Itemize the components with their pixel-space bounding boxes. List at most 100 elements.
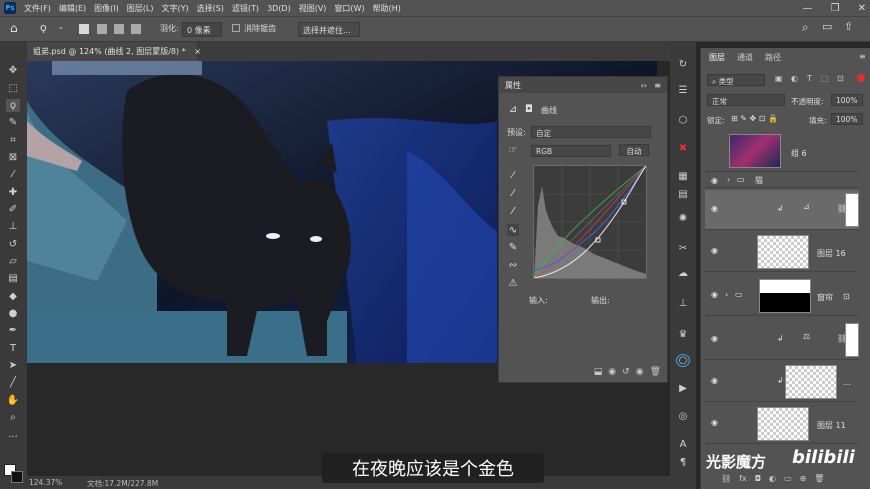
layer-mask-thumbnail[interactable] [845,323,859,357]
clone-source-icon[interactable]: ⊥ [676,297,690,310]
libraries-icon[interactable]: ✖ [676,142,690,155]
marquee-tool-icon[interactable]: ⬚ [6,82,20,95]
targeted-adjust-icon[interactable]: ☞ [507,144,519,156]
new-layer-icon[interactable]: ⊕ [800,474,807,483]
brush-settings-icon[interactable]: ✺ [676,212,690,225]
glyphs-icon[interactable]: ♛ [676,328,690,341]
type-tool-icon[interactable]: T [6,342,20,355]
blend-mode-dropdown[interactable]: 正常 [707,94,785,106]
channels-icon[interactable]: ☁ [676,267,690,280]
lasso-tool-icon[interactable]: ϙ [6,99,20,112]
menu-window[interactable]: 窗口(W) [334,3,364,14]
gradient-tool-icon[interactable]: ▤ [6,272,20,285]
document-tab[interactable]: 姐弟.psd @ 124% (曲线 2, 图层蒙版/8) * × [27,42,201,61]
reset-icon[interactable]: ↺ [622,367,630,377]
clipping-warning-icon[interactable]: ⚠ [507,277,519,289]
layer-row[interactable]: ◉ ↲ ... [705,362,859,402]
visibility-eye-icon[interactable]: ◉ [711,376,721,385]
more-tools-icon[interactable]: ··· [6,431,20,444]
layer-row[interactable]: ◉ › ▭ 猫 [705,172,859,188]
menu-layer[interactable]: 图层(L) [127,3,154,14]
frame-tool-icon[interactable]: ⊠ [6,151,20,164]
minimize-icon[interactable]: — [803,3,813,14]
styles-icon[interactable]: ✂ [676,242,690,255]
timeline-icon[interactable]: ◎ [676,410,690,423]
eyedropper-black-icon[interactable]: ⁄ [507,169,519,181]
visibility-eye-icon[interactable]: ◉ [711,334,721,343]
menu-view[interactable]: 视图(V) [299,3,327,14]
smooth-curve-icon[interactable]: ∾ [507,259,519,271]
workspace-icon[interactable]: ▭ [822,20,832,33]
lock-icons[interactable]: ⊞ ✎ ✥ ⊡ 🔒 [731,114,778,123]
eyedropper-white-icon[interactable]: ⁄ [507,205,519,217]
visibility-icon[interactable]: ◉ [636,367,644,377]
tab-layers[interactable]: 图层 [709,52,725,63]
panel-menu-icon[interactable]: ≡ [654,81,661,90]
fx-icon[interactable]: fx [739,474,747,483]
layer-mask-thumbnail[interactable] [845,193,859,227]
layer-row[interactable]: ◉ 图层 11 [705,404,859,444]
antialias-checkbox[interactable] [232,24,240,32]
collapse-icon[interactable]: ›› [641,81,647,90]
filter-type-icon[interactable]: T [807,74,812,83]
link-layers-icon[interactable]: ⛓ [721,474,731,483]
3d-icon[interactable]: ⬡ [676,114,690,127]
menu-edit[interactable]: 编辑(E) [59,3,86,14]
blur-tool-icon[interactable]: ◆ [6,290,20,303]
add-selection-icon[interactable] [97,24,107,34]
visibility-eye-icon[interactable]: ◉ [711,176,721,185]
preset-dropdown[interactable]: 自定 [531,126,651,138]
curve-edit-icon[interactable]: ∿ [507,224,519,236]
search-icon[interactable]: ⌕ [802,20,809,35]
auto-button[interactable]: 自动 [619,144,649,156]
play-icon[interactable]: ▶ [676,382,690,395]
adjustments-icon[interactable]: ☰ [676,84,690,97]
tab-channels[interactable]: 通道 [737,52,753,63]
character-icon[interactable]: A [676,438,690,451]
delete-icon[interactable]: 🗑 [650,367,661,377]
menu-3d[interactable]: 3D(D) [267,4,291,13]
line-tool-icon[interactable]: ╱ [6,376,20,389]
background-color-swatch[interactable] [11,471,23,483]
filter-shape-icon[interactable]: ⬚ [821,74,829,83]
pencil-draw-icon[interactable]: ✎ [507,241,519,253]
eraser-icon[interactable]: ▱ [6,255,20,268]
menu-image[interactable]: 图像(I) [94,3,119,14]
zoom-level[interactable]: 124.37% [29,478,62,487]
mask-icon[interactable]: ◘ [523,103,535,115]
layer-row[interactable]: ◉ 图层 16 [705,232,859,272]
healing-brush-icon[interactable]: ✚ [6,186,20,199]
layer-filter-dropdown[interactable]: ⌕ 类型 [707,74,765,86]
panel-menu-icon[interactable]: ≡ [859,52,866,61]
chevron-down-icon[interactable]: › [727,175,730,184]
chevron-right-icon[interactable]: › [725,290,728,299]
channel-dropdown[interactable]: RGB [531,145,611,157]
curves-graph[interactable] [533,165,647,279]
add-mask-icon[interactable]: ◘ [755,474,761,483]
lasso-tool-icon[interactable]: ϙ [40,21,47,34]
home-icon[interactable]: ⌂ [10,21,18,35]
layer-row[interactable]: ◉ › ▭ 窗帘 ⊡ [705,276,859,316]
layer-row[interactable]: ◉ ↲ ⚖ ⛓ [705,320,859,360]
subtract-selection-icon[interactable] [114,24,124,34]
move-tool-icon[interactable]: ✥ [6,64,20,77]
delete-layer-icon[interactable]: 🗑 [814,474,824,483]
chevron-down-icon[interactable]: ⌄ [58,23,64,31]
visibility-eye-icon[interactable]: ◉ [711,290,721,299]
clip-to-layer-icon[interactable]: ⬓ [594,367,603,377]
clone-stamp-icon[interactable]: ⊥ [6,220,20,233]
share-icon[interactable]: ⇧ [844,20,853,33]
menu-help[interactable]: 帮助(H) [373,3,401,14]
pen-tool-icon[interactable]: ✒ [6,324,20,337]
close-tab-icon[interactable]: × [194,47,201,56]
filter-smart-icon[interactable]: ⊡ [837,74,844,83]
feather-input[interactable]: 0 像素 [182,22,222,37]
new-group-icon[interactable]: ▭ [784,474,792,483]
path-select-icon[interactable]: ➤ [6,359,20,372]
history-icon[interactable]: ↻ [676,58,690,71]
visibility-eye-icon[interactable]: ◉ [711,246,721,255]
color-icon[interactable]: ○ [676,354,690,367]
new-selection-icon[interactable] [79,24,89,34]
filter-pixel-icon[interactable]: ▣ [775,74,783,83]
swatches-icon[interactable]: ▦ [676,170,690,183]
